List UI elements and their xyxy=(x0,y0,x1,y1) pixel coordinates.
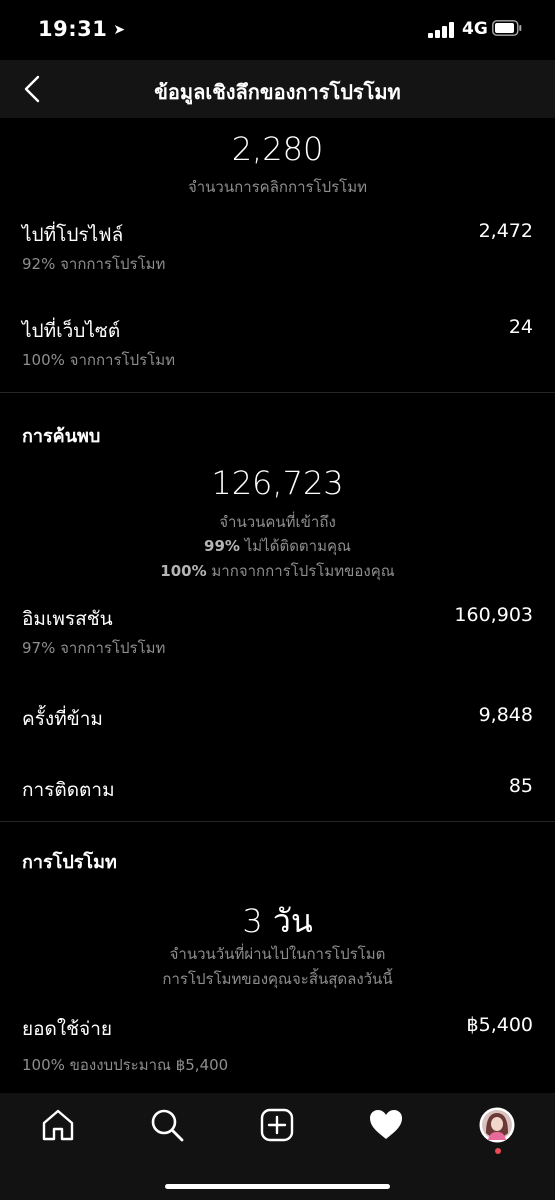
website-visits-value: 24 xyxy=(508,316,533,338)
profile-visits-value: 2,472 xyxy=(478,220,533,242)
status-time: 19:31 ➤ xyxy=(38,17,126,41)
home-icon[interactable] xyxy=(40,1107,76,1143)
promotion-clicks-total: 2,280 xyxy=(231,130,324,168)
location-arrow-icon: ➤ xyxy=(113,22,126,38)
profile-visits-label: ไปที่โปรไฟล์ xyxy=(22,224,124,246)
from-promotion-percent: 100% xyxy=(160,562,207,580)
profile-avatar[interactable] xyxy=(479,1107,515,1143)
activity-heart-icon[interactable] xyxy=(368,1107,404,1143)
impressions-sub: 97% จากการโปรโมท xyxy=(22,639,166,657)
spend-label: ยอดใช้จ่าย xyxy=(22,1018,112,1040)
battery-icon xyxy=(492,20,522,36)
add-post-icon[interactable] xyxy=(259,1107,295,1143)
page-title: ข้อมูลเชิงลึกของการโปรโมท xyxy=(154,80,401,104)
website-visits-label: ไปที่เว็บไซต์ xyxy=(22,320,121,342)
website-visits-sub: 100% จากการโปรโมท xyxy=(22,351,175,369)
impressions-value: 160,903 xyxy=(454,604,533,626)
profile-visits-sub: 92% จากการโปรโมท xyxy=(22,255,166,273)
promotion-ends-text: การโปรโมทของคุณจะสิ้นสุดลงวันนี้ xyxy=(162,970,393,988)
not-following-stat: 99% ไม่ได้ติดตามคุณ xyxy=(0,534,555,558)
follows-label: การติดตาม xyxy=(22,779,115,801)
status-time-text: 19:31 xyxy=(38,17,108,41)
navigation-bar: ข้อมูลเชิงลึกของการโปรโมท xyxy=(0,60,555,118)
from-promotion-stat: 100% มากจากการโปรโมทของคุณ xyxy=(0,559,555,583)
impressions-label: อิมเพรสชัน xyxy=(22,608,113,630)
home-indicator xyxy=(165,1184,390,1189)
promotion-duration-label: จำนวนวันที่ผ่านไปในการโปรโมต xyxy=(169,945,386,963)
notification-dot-icon xyxy=(495,1148,501,1154)
reach-label: จำนวนคนที่เข้าถึง xyxy=(219,513,336,531)
reach-total: 126,723 xyxy=(211,464,344,502)
not-following-text: ไม่ได้ติดตามคุณ xyxy=(244,537,351,555)
skips-label: ครั้งที่ข้าม xyxy=(22,708,103,730)
insights-content[interactable]: 2,280 จำนวนการคลิกการโปรโมท ไปที่โปรไฟล์… xyxy=(0,118,555,1093)
search-icon[interactable] xyxy=(149,1107,185,1143)
spend-sub: 100% ของงบประมาณ ฿5,400 xyxy=(22,1056,229,1074)
spend-value: ฿5,400 xyxy=(466,1014,533,1036)
signal-icon xyxy=(428,22,456,38)
promotion-clicks-label: จำนวนการคลิกการโปรโมท xyxy=(187,178,368,196)
from-promotion-text: มากจากการโปรโมทของคุณ xyxy=(211,562,395,580)
follows-value: 85 xyxy=(508,775,533,797)
section-divider xyxy=(0,392,555,393)
discovery-section-title: การค้นพบ xyxy=(22,426,101,447)
network-type: 4G xyxy=(462,19,488,39)
not-following-percent: 99% xyxy=(204,537,240,555)
promotion-section-title: การโปรโมท xyxy=(22,852,117,873)
promotion-duration: 3 วัน xyxy=(242,902,313,940)
section-divider xyxy=(0,821,555,822)
skips-value: 9,848 xyxy=(478,704,533,726)
status-bar: 19:31 ➤ 4G xyxy=(0,0,555,60)
